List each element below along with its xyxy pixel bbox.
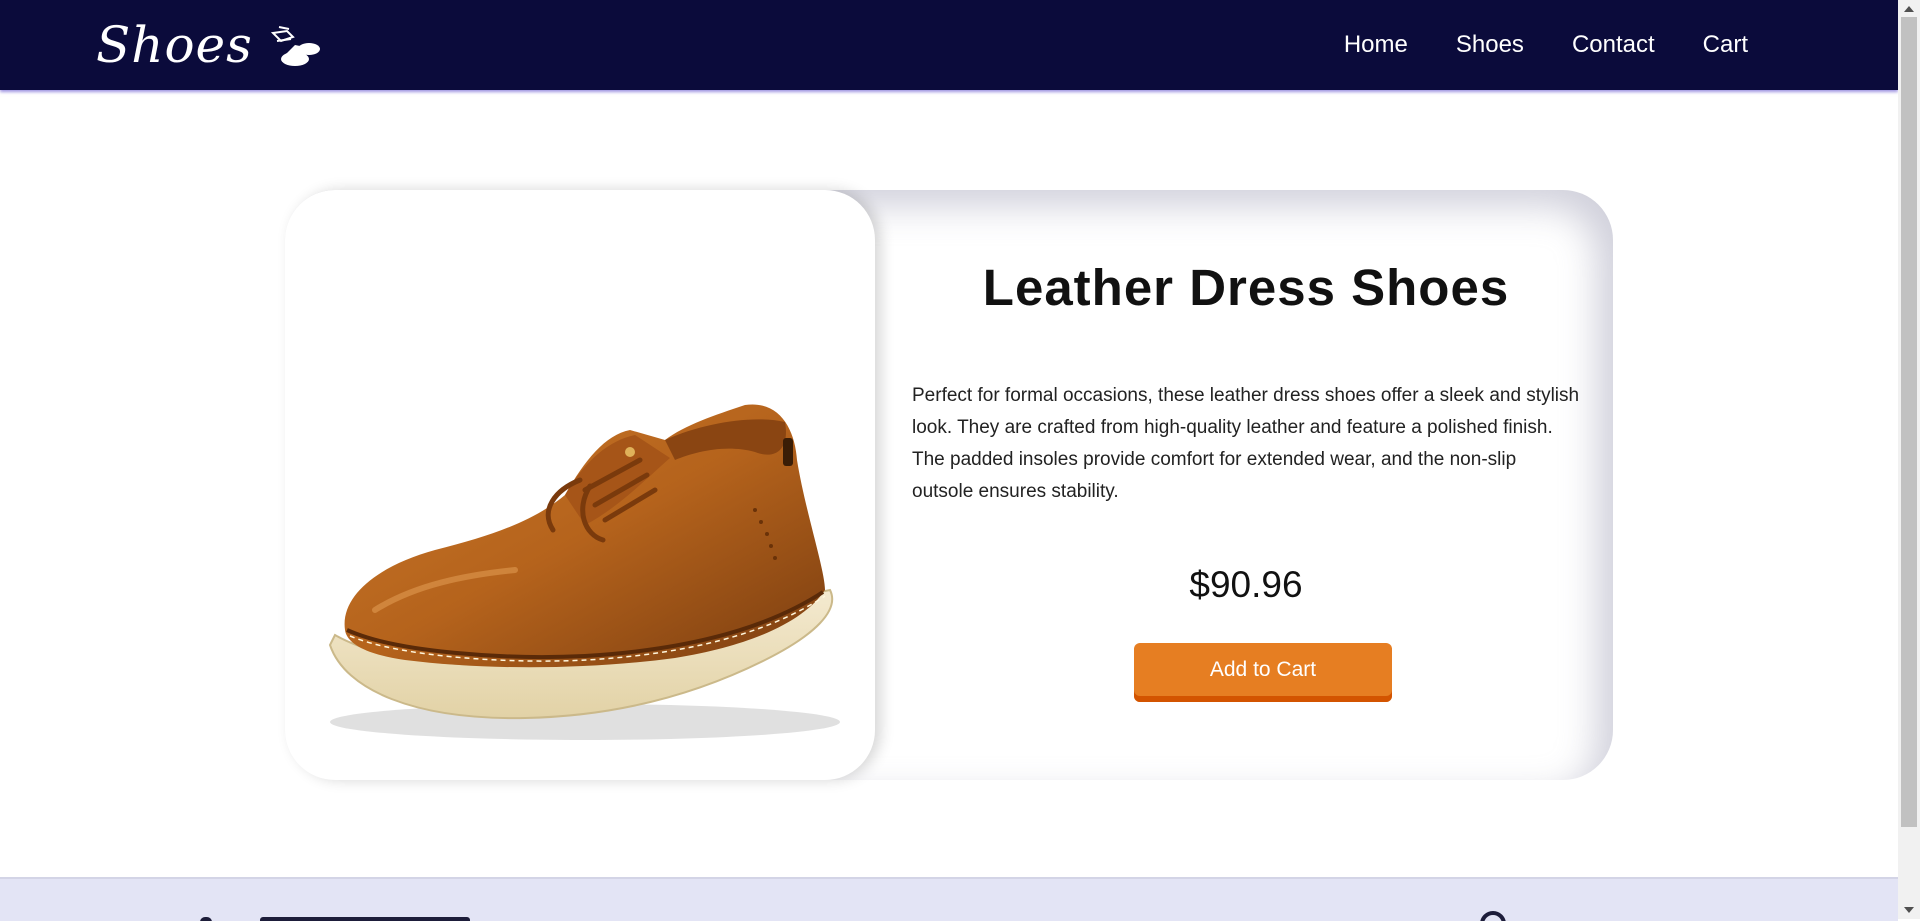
shoes-icon	[270, 26, 320, 66]
nav-home[interactable]: Home	[1344, 31, 1408, 59]
scroll-down-arrow-icon[interactable]	[1904, 907, 1914, 913]
nav-contact[interactable]: Contact	[1572, 31, 1655, 59]
product-info: Leather Dress Shoes Perfect for formal o…	[912, 190, 1580, 780]
nav-cart[interactable]: Cart	[1703, 31, 1748, 59]
add-to-cart-button[interactable]: Add to Cart	[1134, 643, 1392, 702]
scroll-up-arrow-icon[interactable]	[1904, 6, 1914, 12]
logo-text: Shoes	[96, 16, 253, 74]
footer-heading-fragment	[260, 917, 470, 921]
page-scrollbar[interactable]	[1898, 0, 1920, 919]
product-description: Perfect for formal occasions, these leat…	[912, 385, 1580, 502]
footer-icon-fragment	[1480, 911, 1506, 921]
footer-logo-fragment	[200, 917, 212, 921]
nav-shoes[interactable]: Shoes	[1456, 31, 1524, 59]
scrollbar-thumb[interactable]	[1901, 17, 1917, 827]
product-title: Leather Dress Shoes	[982, 259, 1510, 316]
main-nav: Home Shoes Contact Cart	[1344, 0, 1748, 90]
site-logo[interactable]: Shoes	[96, 12, 321, 78]
product-price: $90.96	[1189, 564, 1303, 605]
site-footer	[0, 877, 1898, 921]
shoe-image	[328, 404, 840, 740]
product-image	[285, 190, 875, 780]
site-header: Shoes Home Shoes Contact Cart	[0, 0, 1898, 90]
product-card: Leather Dress Shoes Perfect for formal o…	[285, 190, 1613, 780]
